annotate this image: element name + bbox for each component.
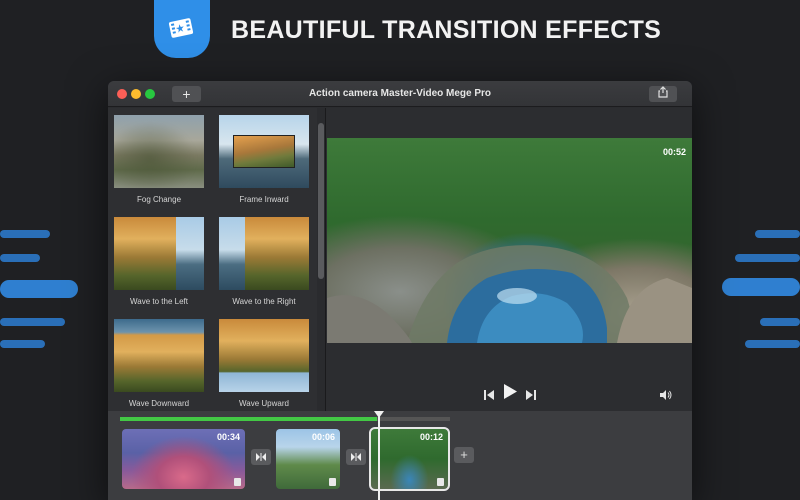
skip-forward-icon[interactable] <box>526 387 536 405</box>
playhead[interactable] <box>378 411 380 500</box>
background-stripe <box>0 280 78 298</box>
timeline-clip[interactable]: 00:34 <box>122 429 245 489</box>
effect-thumbnail <box>219 217 309 290</box>
effect-thumbnail <box>219 115 309 188</box>
effect-label: Frame Inward <box>239 195 289 204</box>
share-button[interactable] <box>649 86 677 102</box>
play-icon[interactable] <box>504 384 517 404</box>
trash-icon[interactable] <box>437 478 444 486</box>
effect-item-wave-to-the-right[interactable]: Wave to the Right <box>219 217 309 306</box>
background-stripe <box>760 318 800 326</box>
video-preview[interactable]: 00:52 <box>327 138 692 343</box>
clip-duration: 00:12 <box>419 432 443 442</box>
effect-item-fog-change[interactable]: Fog Change <box>114 115 204 204</box>
transition-icon <box>351 448 361 466</box>
effect-thumbnail <box>114 319 204 392</box>
trash-icon[interactable] <box>329 478 336 486</box>
window-title: Action camera Master-Video Mege Pro <box>308 88 492 99</box>
timeline-clip-selected[interactable]: 00:12 <box>369 427 450 491</box>
skip-back-icon[interactable] <box>484 387 494 405</box>
effect-item-wave-downward[interactable]: Wave Downward <box>114 319 204 408</box>
effects-panel: Fog Change Frame Inward Wave to the Left… <box>108 108 318 411</box>
effect-label: Wave Downward <box>128 399 190 408</box>
effect-label: Wave Upward <box>239 399 289 408</box>
clip-duration: 00:06 <box>311 432 335 442</box>
effect-label: Wave to the Right <box>232 297 296 306</box>
effect-item-wave-to-the-left[interactable]: Wave to the Left <box>114 217 204 306</box>
effect-thumbnail <box>114 115 204 188</box>
background-stripe <box>0 230 50 238</box>
background-stripe <box>0 340 45 348</box>
playhead-handle[interactable] <box>374 411 384 418</box>
effect-label: Wave to the Left <box>130 297 188 306</box>
film-icon <box>168 14 196 45</box>
video-duration: 00:52 <box>662 147 686 157</box>
timeline-progress-fill <box>120 417 377 421</box>
transition-button[interactable] <box>346 449 366 465</box>
share-icon <box>657 85 669 103</box>
background-stripe <box>722 278 800 296</box>
app-badge <box>154 0 210 58</box>
background-stripe <box>735 254 800 262</box>
timeline-clip[interactable]: 00:06 <box>276 429 340 489</box>
headline: BEAUTIFUL TRANSITION EFFECTS <box>231 16 662 44</box>
transition-icon <box>256 448 266 466</box>
video-frame-graphic <box>327 245 692 343</box>
effect-thumbnail <box>219 319 309 392</box>
background-stripe <box>755 230 800 238</box>
transition-button[interactable] <box>251 449 271 465</box>
background-stripe <box>0 254 40 262</box>
sidebar-scroll-thumb[interactable] <box>318 123 324 279</box>
title-bar: + Action camera Master-Video Mege Pro <box>108 81 692 107</box>
effect-item-frame-inward[interactable]: Frame Inward <box>219 115 309 204</box>
trash-icon[interactable] <box>234 478 241 486</box>
effect-item-wave-upward[interactable]: Wave Upward <box>219 319 309 408</box>
background-stripe <box>0 318 65 326</box>
volume-icon[interactable] <box>660 387 672 405</box>
effect-thumbnail <box>114 217 204 290</box>
add-clip-button[interactable]: + <box>454 447 474 463</box>
clip-duration: 00:34 <box>216 432 240 442</box>
effect-label: Fog Change <box>136 195 182 204</box>
background-stripe <box>745 340 800 348</box>
timeline: 00:34 00:06 00:12 + <box>108 411 692 500</box>
app-window: + Action camera Master-Video Mege Pro Fo… <box>108 81 692 500</box>
